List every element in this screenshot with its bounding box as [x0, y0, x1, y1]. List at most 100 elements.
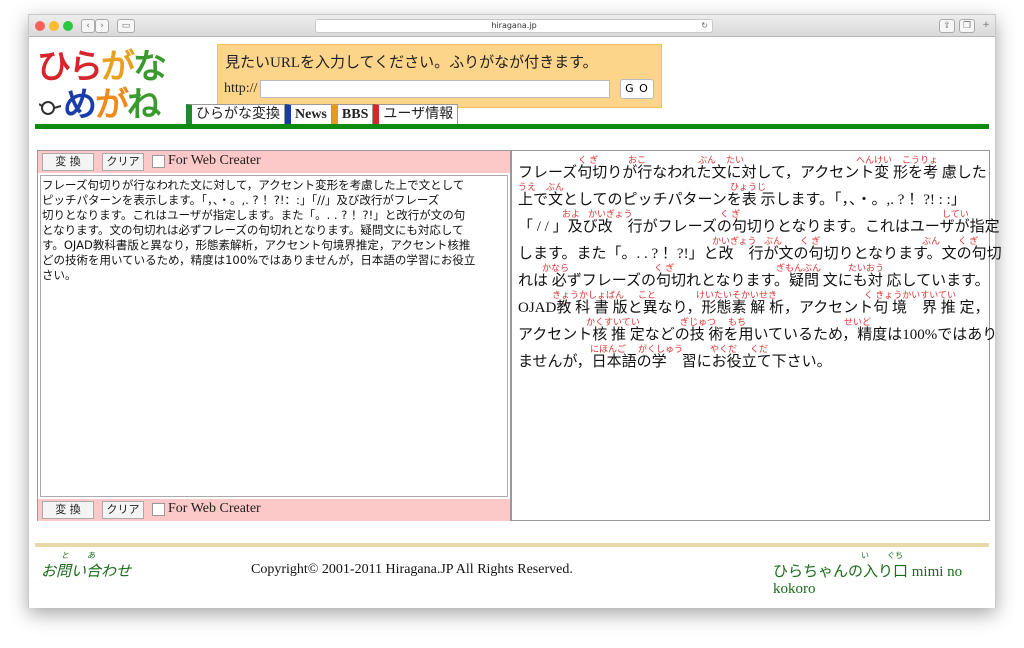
sidebar-icon[interactable]: ▭ [117, 19, 135, 33]
furigana-ruby: こうりょ [902, 155, 939, 165]
furigana-ruby: く ぎ [720, 209, 741, 219]
entrance-ruby: い [861, 551, 869, 560]
furigana-ruby: く ぎ [578, 155, 599, 165]
furigana-ruby: おこ [628, 155, 647, 165]
contact-link[interactable]: と あ お問い合わせ [41, 551, 131, 581]
glasses-icon [39, 101, 62, 115]
output-line-text: 「 / / 」及び改 行がフレーズの句切りとなります。これはユーザが指定 [518, 219, 1000, 235]
tab-bbs[interactable]: BBS [331, 104, 374, 124]
browser-window: ‹ › ▭ hiragana.jp ↻ ⇪ ❐ + ひらがな めがね 見たいUR… [28, 14, 1002, 608]
source-line: フレーズ句切りが行なわれた文に対して，アクセント変形を考慮した上で文として [42, 178, 465, 192]
furigana-ruby: きょうかしょばん [552, 290, 625, 300]
source-line: 切りとなります。これはユーザが指定します。また「。. . ? ！?!」と改行が文… [42, 208, 466, 222]
furigana-ruby: く ぎ [958, 236, 979, 246]
contact-ruby: と [61, 551, 69, 560]
furigana-ruby: してい [942, 209, 969, 219]
source-line: となります。文の句切れは必ずフレーズの句切れとなります。疑問文にも対応して [42, 223, 464, 237]
output-line: かくすいてい ぎじゅつ もち せいど アクセント核 推 定などの技 術を用いているため，… [518, 317, 997, 344]
new-tab-icon[interactable]: + [979, 19, 993, 33]
web-creator-checkbox[interactable] [152, 503, 165, 516]
furigana-ruby: へんけい [856, 155, 893, 165]
url-entry-box: 見たいURLを入力してください。ふりがなが付きます。 http:// G O [217, 44, 662, 108]
furigana-ruby: ぶん [922, 236, 941, 246]
output-line-text: OJAD教 科 書 版と異なり，形態素 解 析，アクセント句 境 界 推 定， [518, 300, 990, 316]
source-line: す。OJAD教科書版と異なり，形態素解析，アクセント句境界推定，アクセント核推 [42, 238, 471, 252]
tab-hiragana-convert[interactable]: ひらがな変換 [186, 104, 285, 124]
furigana-ruby: かなら [542, 263, 570, 273]
furigana-ruby: たい [726, 155, 745, 165]
url-input[interactable] [260, 80, 610, 98]
furigana-ruby: がくしゅう [638, 344, 684, 354]
hirachan-entrance-link[interactable]: い ぐち ひらちゃんの入り口 mimi no kokoro [773, 551, 995, 598]
source-panel: 変 換 クリア For Web Creater フレーズ句切りが行なわれた文に対… [37, 150, 511, 521]
convert-button[interactable]: 変 換 [42, 501, 94, 519]
output-line: かいぎょう ぶんく ぎぶんく ぎします。また「。. . ? ！?!」と改 行が文の… [518, 236, 1002, 263]
clear-button[interactable]: クリア [102, 153, 144, 171]
share-icon[interactable]: ⇪ [939, 19, 955, 33]
convert-button[interactable]: 変 換 [42, 153, 94, 171]
logo-char-3: が [101, 47, 135, 87]
furigana-ruby: およ [562, 209, 581, 219]
address-bar[interactable]: hiragana.jp ↻ [315, 19, 713, 33]
main-nav: ひらがな変換 News BBS ユーザ情報 [186, 104, 459, 124]
source-line: ピッチパターンを表示します。「，、・。,. ? ！?!：:」「//」及び改行がフ… [42, 193, 440, 207]
output-line-text: アクセント核 推 定などの技 術を用いているため，精度は100%ではあり [518, 327, 998, 343]
minimize-window-button[interactable] [49, 21, 59, 31]
furigana-ruby: ぎもんぶん [776, 263, 822, 273]
site-logo[interactable]: ひらがな めがね [37, 48, 185, 128]
furigana-ruby: かいぎょう [712, 236, 757, 246]
output-line-text: ませんが，日本語の学 習にお役立て下さい。 [518, 354, 832, 370]
furigana-ruby: ひょうじ [730, 182, 767, 192]
furigana-ruby: もち [728, 317, 747, 327]
header-divider [35, 124, 989, 129]
source-toolbar-bottom: 変 換 クリア For Web Creater [38, 499, 510, 521]
logo-line-1: ひらがな [37, 48, 185, 86]
furigana-ruby: く ぎ [800, 236, 821, 246]
output-line: く ぎ おこ ぶん たい へんけい こうりょ フレーズ句切りが行なわれた文に対して，アクセン… [518, 155, 987, 182]
url-instruction-text: 見たいURLを入力してください。ふりがなが付きます。 [225, 55, 598, 71]
furigana-ruby: せいど [844, 317, 872, 327]
logo-char-1: ひ [37, 47, 71, 87]
address-bar-text: hiragana.jp [491, 21, 537, 30]
furigana-ruby: ぶん [764, 236, 783, 246]
furigana-ruby: ぎじゅつ [680, 317, 717, 327]
furigana-ruby: ぶん [698, 155, 717, 165]
hirachan-entrance-text: ひらちゃんの入り口 mimi no kokoro [773, 564, 963, 597]
tabs-icon[interactable]: ❐ [959, 19, 975, 33]
furigana-ruby: やくだ [710, 344, 738, 354]
furigana-ruby: かいぎょう [588, 209, 633, 219]
zoom-window-button[interactable] [63, 21, 73, 31]
clear-button[interactable]: クリア [102, 501, 144, 519]
logo-char-2: ら [69, 47, 103, 87]
go-button[interactable]: G O [620, 79, 654, 99]
tab-news[interactable]: News [285, 104, 332, 124]
browser-titlebar: ‹ › ▭ hiragana.jp ↻ ⇪ ❐ + [29, 15, 995, 37]
furigana-ruby: ぶん [546, 182, 565, 192]
source-textarea[interactable]: フレーズ句切りが行なわれた文に対して，アクセント変形を考慮した上で文として ピッ… [40, 175, 508, 497]
http-label: http:// [224, 81, 258, 96]
forward-arrow-icon[interactable]: › [95, 19, 109, 33]
web-creator-checkbox[interactable] [152, 155, 165, 168]
output-line: うえ ぶん ひょうじ 上で文としてのピッチパターンを表 示します。「，、・。,. ?… [518, 182, 983, 209]
logo-char-7: ね [127, 85, 161, 125]
output-line-text: フレーズ句切りが行なわれた文に対して，アクセント変 形を考 慮した [518, 165, 987, 181]
source-toolbar-top: 変 換 クリア For Web Creater [38, 151, 510, 173]
tab-user-info[interactable]: ユーザ情報 [373, 104, 459, 124]
footer-divider [35, 543, 989, 547]
logo-char-6: が [95, 85, 129, 125]
copyright-text: Copyright© 2001-2011 Hiragana.JP All Rig… [251, 562, 573, 577]
output-line-text: 上で文としてのピッチパターンを表 示します。「，、・。,. ? ！?! : :」 [518, 192, 966, 208]
output-line: かなら く ぎ ぎもんぶん たいおう れは 必ずフレーズの句切れとなります。疑問 文にも… [518, 263, 990, 290]
output-line-text: れは 必ずフレーズの句切れとなります。疑問 文にも対 応しています。 [518, 273, 990, 289]
furigana-ruby: けいたいそかいせき [696, 290, 778, 300]
reload-icon[interactable]: ↻ [701, 20, 708, 32]
furigana-ruby: かくすいてい [586, 317, 640, 327]
back-arrow-icon[interactable]: ‹ [81, 19, 95, 33]
output-line: にほんご がくしゅう やくだ くだ ませんが，日本語の学 習にお役立て下さい。 [518, 344, 983, 371]
furigana-output-panel: く ぎおこ ぶん たい へんけい こうりょ フレーズ句切りが行なわれた文に対して，アクセン… [511, 150, 1002, 521]
web-creator-label: For Web Creater [168, 501, 261, 516]
output-line: きょうかしょばん こと けいたいそかいせき く きょうかいすいてい OJAD教 科 書 … [518, 290, 990, 317]
output-line-text: します。また「。. . ? ！?!」と改 行が文の句切りとなります。文の句切 [518, 246, 1002, 262]
close-window-button[interactable] [35, 21, 45, 31]
furigana-ruby: く ぎ [654, 263, 675, 273]
